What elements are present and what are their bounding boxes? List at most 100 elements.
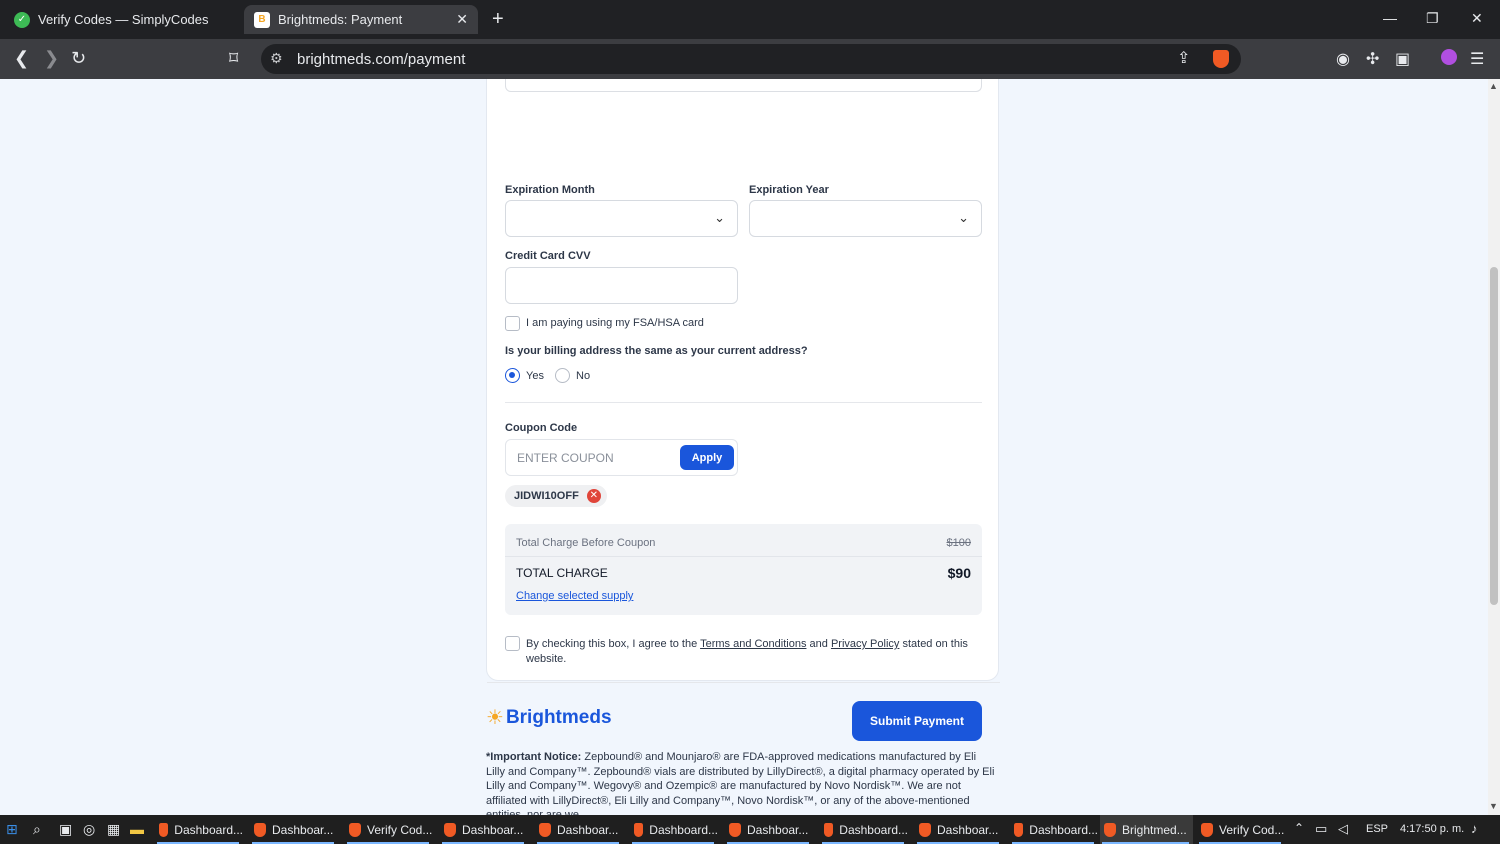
expiration-year-select[interactable]: ⌄	[749, 200, 982, 237]
site-settings-icon[interactable]: ⚙	[270, 50, 283, 67]
url-text[interactable]: brightmeds.com/payment	[297, 51, 465, 68]
taskbar-item[interactable]: Dashboard...	[155, 815, 243, 844]
camera-app-icon[interactable]: ▣	[59, 821, 72, 838]
brand-name: Brightmeds	[505, 706, 612, 728]
billing-question: Is your billing address the same as your…	[505, 345, 808, 357]
address-bar[interactable]: ⚙ brightmeds.com/payment ⇪	[261, 44, 1241, 74]
new-tab-icon[interactable]: +	[492, 9, 504, 29]
change-supply-link[interactable]: Change selected supply	[516, 590, 633, 602]
taskbar-item[interactable]: Dashboard...	[1010, 815, 1098, 844]
chevron-down-icon: ⌄	[714, 210, 725, 225]
taskbar-item[interactable]: Verify Cod...	[345, 815, 433, 844]
coupon-label: Coupon Code	[505, 422, 578, 434]
close-window-icon[interactable]: ✕	[1471, 10, 1483, 27]
taskbar-item-label: Dashboar...	[462, 822, 524, 837]
important-notice: *Important Notice: Zepbound® and Mounjar…	[486, 750, 998, 815]
billing-yes-radio[interactable]	[505, 368, 520, 383]
card-footer-divider	[487, 682, 1000, 683]
taskbar-item[interactable]: Dashboar...	[250, 815, 338, 844]
volume-icon[interactable]: ◁	[1338, 821, 1348, 837]
restore-icon[interactable]: ❐	[1426, 10, 1439, 27]
windows-taskbar: ⊞ ⌕ ▣ ◎ ▦ ▬ Dashboard... Dashboar... Ver…	[0, 815, 1500, 844]
tab-brightmeds-payment[interactable]: B Brightmeds: Payment ✕	[244, 5, 478, 34]
brightmeds-favicon: B	[254, 11, 270, 28]
taskbar-item-label: Dashboard...	[649, 822, 718, 837]
reload-icon[interactable]: ↻	[71, 48, 86, 68]
cvv-input[interactable]	[505, 267, 738, 304]
terms-and: and	[806, 638, 831, 650]
expiration-month-select[interactable]: ⌄	[505, 200, 738, 237]
terms-checkbox[interactable]	[505, 636, 520, 651]
brave-shield-icon[interactable]	[1213, 50, 1229, 68]
billing-no-label: No	[576, 370, 591, 382]
section-divider	[505, 402, 982, 403]
total-charge-value: $90	[947, 565, 971, 581]
brave-icon	[349, 822, 361, 837]
brightmeds-logo[interactable]: ☀ Brightmeds	[486, 705, 612, 730]
browser-toolbar: ❮ ❯ ↻ ⌑ ⚙ brightmeds.com/payment ⇪ ◉ ✣ ▣…	[0, 39, 1500, 79]
before-coupon-label: Total Charge Before Coupon	[516, 537, 656, 549]
apply-coupon-button[interactable]: Apply	[680, 445, 734, 470]
close-tab-icon[interactable]: ✕	[456, 11, 468, 28]
brave-icon	[159, 822, 169, 837]
fsa-checkbox[interactable]	[505, 316, 520, 331]
taskbar-item-label: Dashboar...	[557, 822, 619, 837]
terms-link[interactable]: Terms and Conditions	[700, 638, 806, 650]
minimize-icon[interactable]: —	[1383, 10, 1397, 26]
privacy-link[interactable]: Privacy Policy	[831, 638, 899, 650]
extensions-icon[interactable]: ✣	[1366, 49, 1379, 69]
profile-avatar[interactable]	[1441, 49, 1457, 65]
taskbar-item[interactable]: Dashboar...	[915, 815, 1003, 844]
search-icon[interactable]: ⌕	[33, 821, 41, 838]
scroll-up-icon[interactable]: ▲	[1489, 81, 1498, 91]
taskbar-item[interactable]: Dashboar...	[440, 815, 528, 844]
taskbar-item-label: Brightmed...	[1122, 822, 1187, 837]
taskbar-item-label: Verify Cod...	[1219, 822, 1285, 837]
bookmark-icon[interactable]: ⌑	[229, 48, 238, 68]
brave-icon	[729, 822, 741, 837]
taskbar-item-label: Dashboar...	[272, 822, 334, 837]
taskbar-item[interactable]: Dashboard...	[630, 815, 718, 844]
network-icon[interactable]: ▭	[1315, 821, 1327, 837]
cvv-label: Credit Card CVV	[505, 250, 591, 262]
taskbar-item-active[interactable]: Brightmed...	[1100, 815, 1193, 844]
page-scrollbar[interactable]: ▲ ▼	[1488, 79, 1500, 815]
terms-text: By checking this box, I agree to the Ter…	[526, 637, 976, 667]
tray-chevron-up-icon[interactable]: ⌃	[1294, 821, 1304, 835]
scroll-down-icon[interactable]: ▼	[1489, 801, 1498, 811]
payment-card: Expiration Month ⌄ Expiration Year ⌄ Cre…	[486, 79, 1000, 741]
clock[interactable]: 4:17:50 p. m.	[1400, 823, 1464, 835]
charge-summary: Total Charge Before Coupon $100 TOTAL CH…	[505, 524, 982, 615]
taskbar-item[interactable]: Dashboar...	[535, 815, 623, 844]
brave-icon	[1104, 822, 1116, 837]
summary-before-row: Total Charge Before Coupon $100	[505, 524, 982, 557]
windows-start-icon[interactable]: ⊞	[6, 821, 18, 838]
share-icon[interactable]: ⇪	[1177, 48, 1190, 68]
taskbar-item[interactable]: Verify Cod...	[1197, 815, 1285, 844]
wallet-icon[interactable]: ◉	[1336, 49, 1350, 69]
menu-icon[interactable]: ☰	[1470, 49, 1484, 69]
scrollbar-thumb[interactable]	[1490, 267, 1498, 605]
notifications-icon[interactable]: ♪	[1471, 821, 1478, 836]
billing-yes-label: Yes	[526, 370, 544, 382]
brave-icon	[1201, 822, 1213, 837]
taskbar-item[interactable]: Dashboard...	[820, 815, 908, 844]
calculator-icon[interactable]: ▦	[107, 821, 120, 838]
coupon-input[interactable]	[506, 440, 671, 475]
forward-icon[interactable]: ❯	[44, 48, 59, 68]
reader-icon[interactable]: ▣	[1395, 49, 1410, 69]
tab-verify-codes[interactable]: ✓ Verify Codes — SimplyCodes	[4, 5, 240, 34]
language-indicator[interactable]: ESP	[1366, 823, 1388, 835]
back-icon[interactable]: ❮	[14, 48, 29, 68]
expiration-year-label: Expiration Year	[749, 184, 829, 196]
tab-title: Brightmeds: Payment	[278, 12, 403, 27]
card-number-field-partial[interactable]	[505, 79, 982, 92]
browser-app-icon[interactable]: ◎	[83, 821, 95, 838]
taskbar-item-label: Dashboard...	[174, 822, 243, 837]
taskbar-item-label: Dashboar...	[937, 822, 999, 837]
submit-payment-button[interactable]: Submit Payment	[852, 701, 982, 741]
billing-no-radio[interactable]	[555, 368, 570, 383]
remove-coupon-icon[interactable]: ✕	[586, 489, 601, 503]
taskbar-item[interactable]: Dashboar...	[725, 815, 813, 844]
file-explorer-icon[interactable]: ▬	[130, 821, 144, 837]
